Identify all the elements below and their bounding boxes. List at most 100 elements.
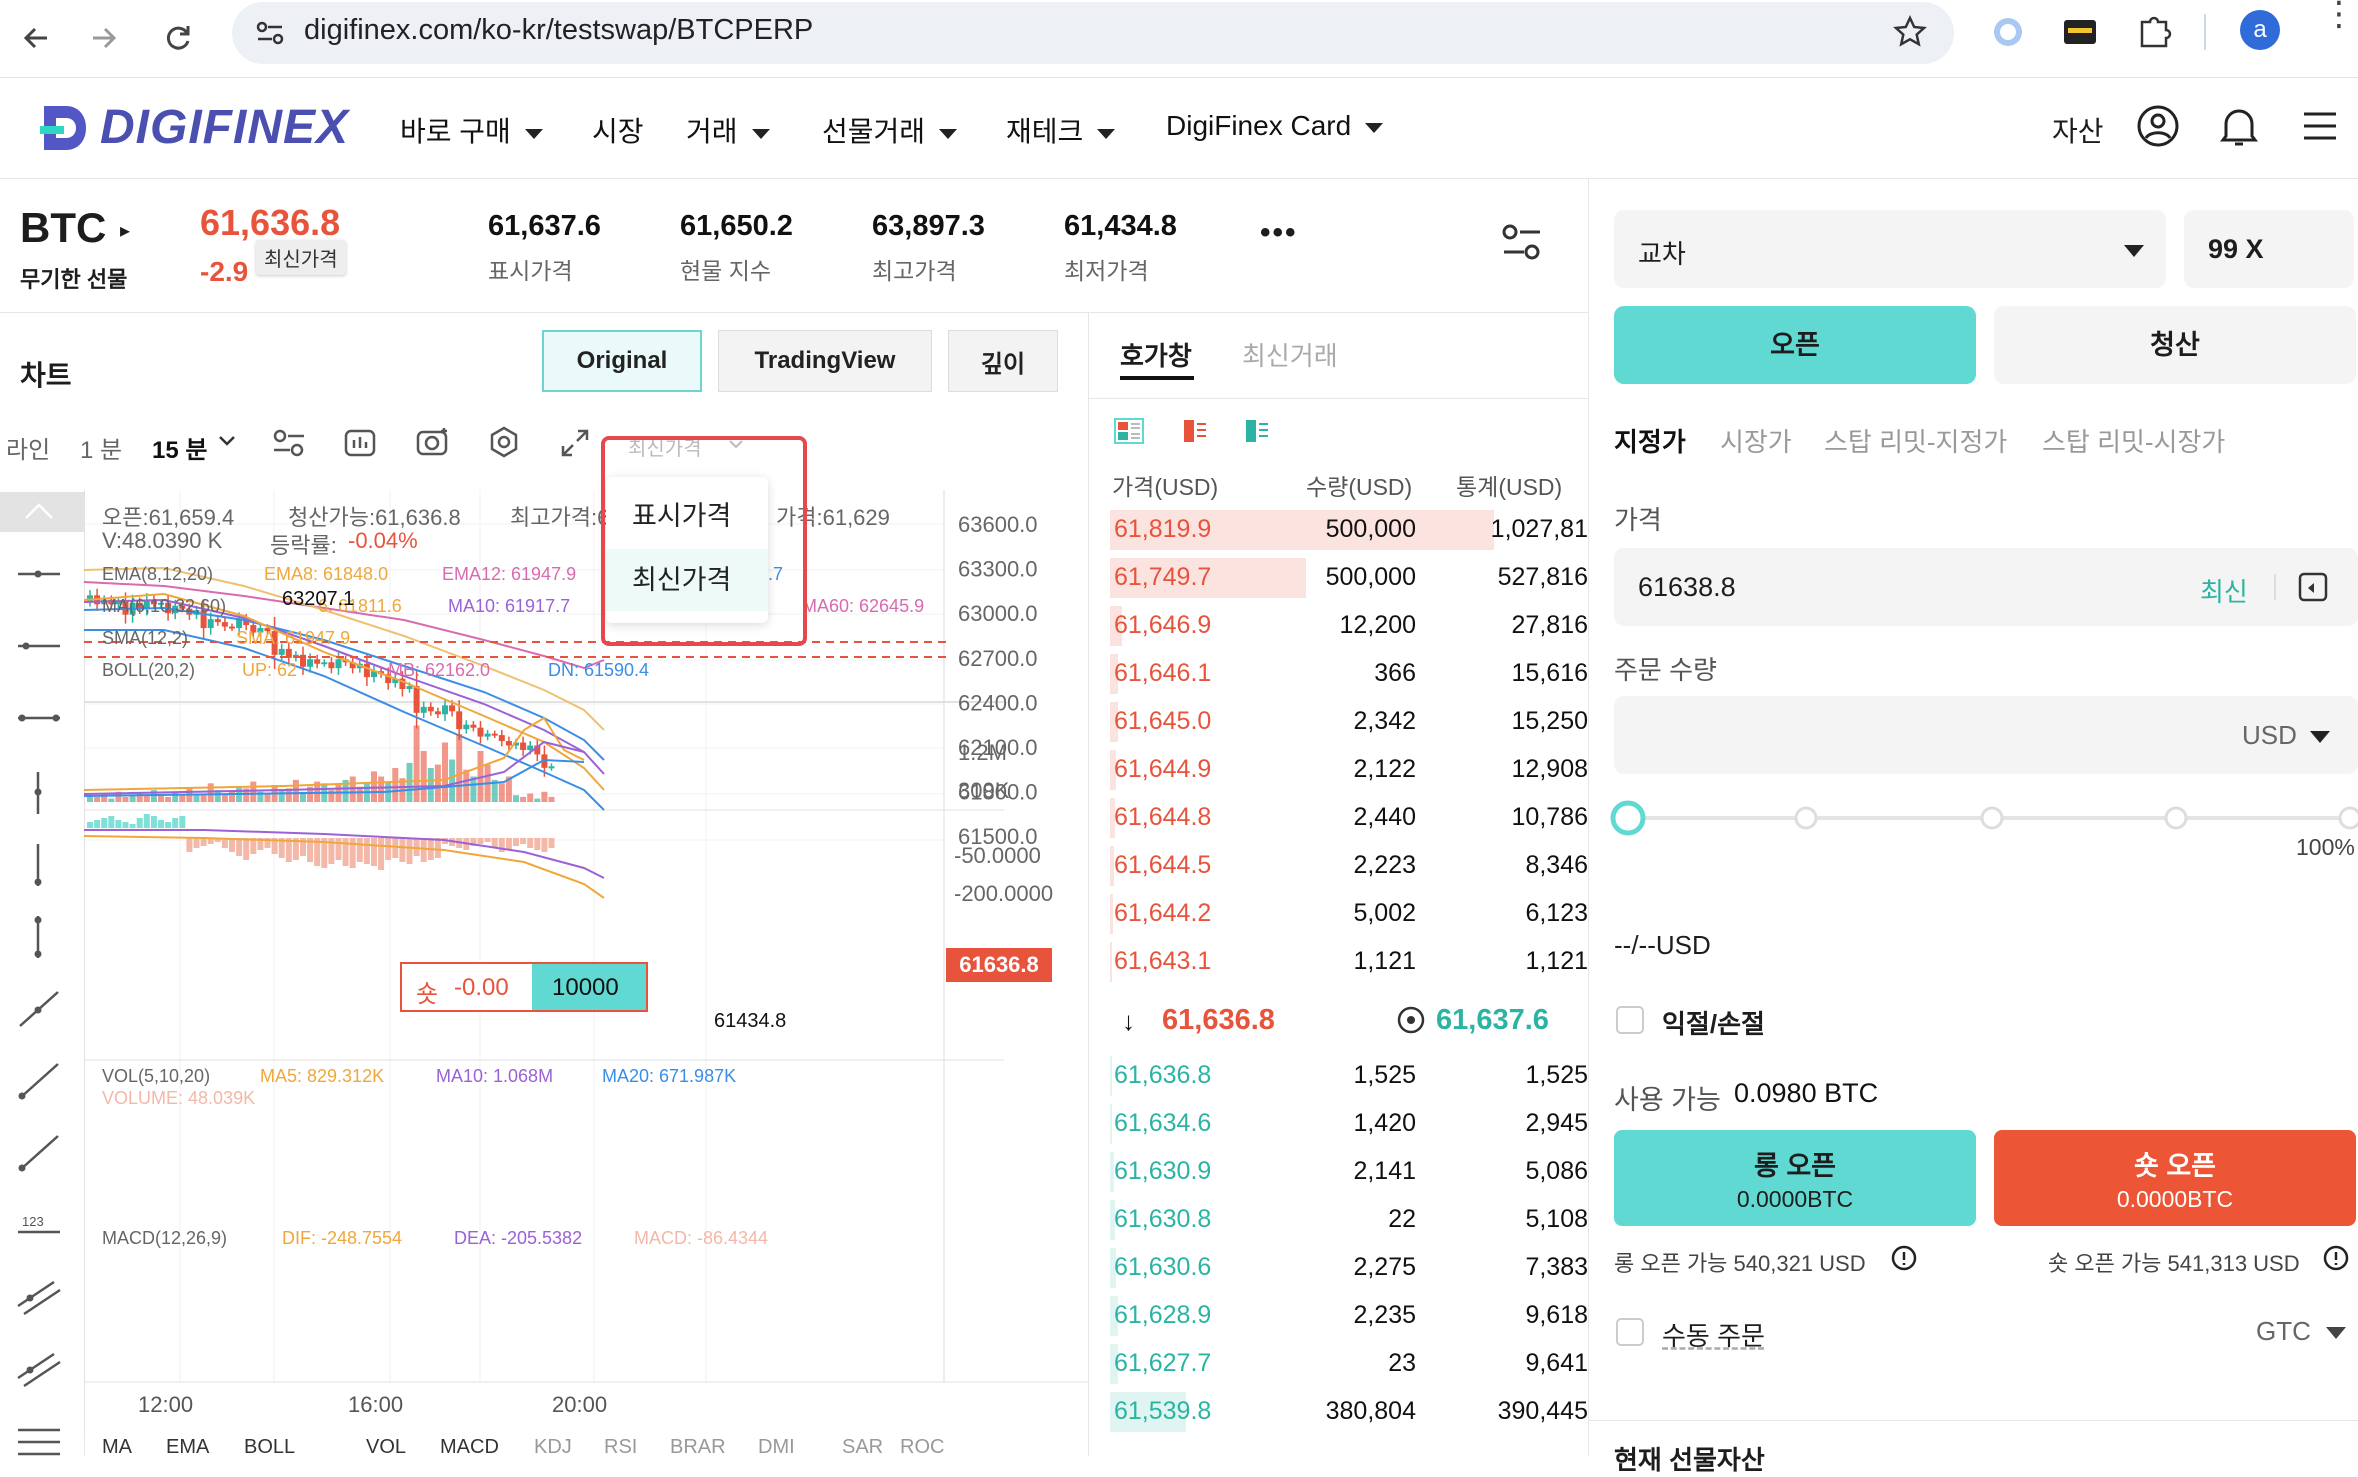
orderbook-row[interactable]: 61,630.8 22 5,108: [1090, 1196, 1590, 1244]
orderbook-row[interactable]: 61,539.8 380,804 390,445: [1090, 1388, 1590, 1436]
symbol-arrow-icon[interactable]: ▸: [120, 218, 130, 243]
price-calculator-icon[interactable]: [2298, 572, 2328, 607]
long-open-button[interactable]: 롱 오픈 0.0000BTC: [1614, 1130, 1976, 1226]
nav-item-5[interactable]: DigiFinex Card: [1166, 110, 1384, 142]
wallet-extension-icon[interactable]: [2062, 16, 2098, 53]
notification-bell-icon[interactable]: [2218, 104, 2260, 153]
profile-avatar[interactable]: a: [2240, 10, 2280, 50]
reload-icon[interactable]: [150, 10, 206, 66]
collapse-tools-button[interactable]: [0, 492, 84, 532]
orderbook-row[interactable]: 61,627.7 23 9,641: [1090, 1340, 1590, 1388]
orderbook-row[interactable]: 61,644.5 2,223 8,346: [1090, 842, 1590, 890]
parallel-lines-icon[interactable]: [14, 1346, 64, 1392]
tif-caret-icon[interactable]: [2326, 1326, 2346, 1344]
close-tab-button[interactable]: 청산: [1994, 306, 2356, 384]
back-icon[interactable]: [8, 10, 64, 66]
fullscreen-icon[interactable]: [560, 428, 590, 463]
parallel-channel-icon[interactable]: [14, 1274, 64, 1320]
orderbook-row[interactable]: 61,646.1 366 15,616: [1090, 650, 1590, 698]
orderbook-row[interactable]: 61,646.9 12,200 27,816: [1090, 602, 1590, 650]
indicators-icon[interactable]: [344, 428, 376, 463]
tab-original[interactable]: Original: [542, 330, 702, 392]
tab-depth[interactable]: 깊이: [948, 330, 1058, 392]
quantity-unit-caret-icon[interactable]: [2310, 730, 2330, 748]
open-tab-button[interactable]: 오픈: [1614, 306, 1976, 384]
latest-price-button[interactable]: 최신: [2200, 572, 2248, 609]
order-type-tab[interactable]: 스탑 리밋-지정가: [1824, 422, 2007, 459]
orderbook-row[interactable]: 61,749.7 500,000 527,816: [1090, 554, 1590, 602]
leverage-select[interactable]: 99 X: [2184, 210, 2354, 288]
quantity-input[interactable]: USD: [1614, 696, 2358, 774]
order-type-tab[interactable]: 지정가: [1614, 422, 1686, 459]
tab-tradingview[interactable]: TradingView: [718, 330, 932, 392]
order-type-tab[interactable]: 시장가: [1720, 422, 1792, 459]
indicator-settings-icon[interactable]: [272, 428, 306, 463]
nav-item-0[interactable]: 바로 구매: [400, 110, 543, 150]
orderbook-row[interactable]: 61,630.6 2,275 7,383: [1090, 1244, 1590, 1292]
orderbook-row[interactable]: 61,643.1 1,121 1,121: [1090, 938, 1590, 986]
long-info-icon[interactable]: [1890, 1244, 1918, 1277]
vertical-segment-icon[interactable]: [14, 914, 64, 960]
interval-chevron-icon[interactable]: [218, 434, 236, 453]
margin-mode-select[interactable]: 교차: [1614, 210, 2166, 288]
orderbook-row[interactable]: 61,644.8 2,440 10,786: [1090, 794, 1590, 842]
tab-orderbook[interactable]: 호가창: [1120, 336, 1192, 373]
more-stats-button[interactable]: •••: [1260, 216, 1298, 250]
order-type-tab[interactable]: 스탑 리밋-시장가: [2042, 422, 2225, 459]
orderbook-row[interactable]: 61,644.2 5,002 6,123: [1090, 890, 1590, 938]
time-in-force-select[interactable]: GTC: [2256, 1316, 2311, 1347]
short-info-icon[interactable]: [2322, 1244, 2350, 1277]
orderbook-row[interactable]: 61,634.6 1,420 2,945: [1090, 1100, 1590, 1148]
tpsl-checkbox[interactable]: [1616, 1006, 1644, 1034]
orderbook-row[interactable]: 61,819.9 500,000 1,027,81: [1090, 506, 1590, 554]
vertical-ray-icon[interactable]: [14, 842, 64, 888]
orderbook-row[interactable]: 61,628.9 2,235 9,618: [1090, 1292, 1590, 1340]
trend-line-icon[interactable]: [14, 1058, 64, 1104]
chart-settings-icon[interactable]: [488, 426, 520, 463]
symbol-title[interactable]: BTC: [20, 204, 106, 252]
quantity-unit[interactable]: USD: [2242, 720, 2297, 751]
orderbook-row[interactable]: 61,636.8 1,525 1,525: [1090, 1052, 1590, 1100]
line-chart-option[interactable]: 라인: [6, 430, 50, 465]
extension-circle-icon[interactable]: [1990, 14, 2026, 55]
horizontal-ray-icon[interactable]: [14, 626, 64, 672]
interval-15m[interactable]: 15 분: [152, 430, 207, 465]
nav-item-4[interactable]: 재테크: [1006, 110, 1116, 150]
trend-segment-icon[interactable]: [14, 986, 64, 1032]
browser-menu-icon[interactable]: ⋮: [2322, 0, 2356, 31]
orderbook-row[interactable]: 61,645.0 2,342 15,250: [1090, 698, 1590, 746]
bookmark-star-icon[interactable]: [1892, 14, 1928, 55]
nav-item-3[interactable]: 선물거래: [822, 110, 958, 150]
interval-1m[interactable]: 1 분: [80, 430, 122, 465]
horizontal-segment-icon[interactable]: [14, 698, 64, 744]
position-tag[interactable]: 숏 -0.00 10000: [400, 962, 648, 1012]
nav-item-2[interactable]: 거래: [686, 110, 770, 150]
screenshot-camera-icon[interactable]: [416, 426, 450, 463]
quantity-slider[interactable]: [1610, 800, 2358, 840]
more-tools-icon[interactable]: [14, 1418, 64, 1464]
site-settings-icon[interactable]: [254, 18, 286, 53]
orderbook-bids-view-icon[interactable]: [1242, 418, 1272, 449]
vertical-line-icon[interactable]: [14, 770, 64, 816]
digifinex-logo-icon[interactable]: [36, 100, 92, 156]
assets-link[interactable]: 자산: [2052, 110, 2104, 150]
price-input[interactable]: 61638.8 최신: [1614, 548, 2358, 626]
account-icon[interactable]: [2136, 104, 2180, 153]
orderbook-row[interactable]: 61,644.9 2,122 12,908: [1090, 746, 1590, 794]
orderbook-both-view-icon[interactable]: [1114, 418, 1144, 449]
forward-icon[interactable]: [76, 10, 132, 66]
horizontal-line-icon[interactable]: [14, 554, 64, 600]
trend-ray-icon[interactable]: [14, 1130, 64, 1176]
manual-order-checkbox[interactable]: [1616, 1318, 1644, 1346]
address-bar[interactable]: digifinex.com/ko-kr/testswap/BTCPERP: [232, 2, 1954, 64]
orderbook-row[interactable]: 61,630.9 2,141 5,086: [1090, 1148, 1590, 1196]
layout-settings-icon[interactable]: [1500, 222, 1544, 267]
short-open-button[interactable]: 숏 오픈 0.0000BTC: [1994, 1130, 2356, 1226]
orderbook-asks-view-icon[interactable]: [1180, 418, 1210, 449]
price-label-icon[interactable]: 123: [14, 1202, 64, 1248]
extensions-puzzle-icon[interactable]: [2136, 12, 2172, 55]
logo-text[interactable]: DIGIFINEX: [100, 100, 349, 155]
tab-latest-trades[interactable]: 최신거래: [1242, 336, 1338, 373]
nav-item-1[interactable]: 시장: [592, 110, 644, 150]
hamburger-menu-icon[interactable]: [2300, 108, 2340, 149]
